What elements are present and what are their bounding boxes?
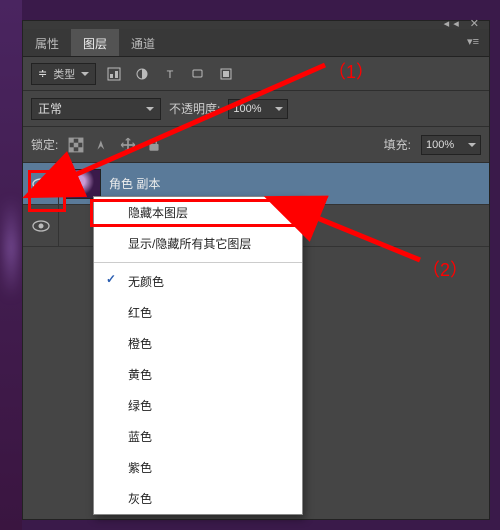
menu-toggle-others[interactable]: 显示/隐藏所有其它图层 bbox=[94, 228, 302, 259]
annotation-marker-1: （1） bbox=[328, 58, 374, 84]
chevron-down-icon bbox=[468, 143, 476, 147]
menu-color-gray[interactable]: 灰色 bbox=[94, 483, 302, 514]
menu-color-orange[interactable]: 橙色 bbox=[94, 328, 302, 359]
annotation-arrow-2 bbox=[300, 205, 430, 265]
eye-icon bbox=[32, 178, 50, 190]
panel-titlebar: ◂◂ ✕ bbox=[23, 21, 489, 29]
panel-collapse-icon[interactable]: ◂◂ ✕ bbox=[444, 17, 483, 30]
fill-label: 填充: bbox=[384, 136, 411, 153]
panel-menu-icon[interactable]: ▾≡ bbox=[457, 29, 489, 56]
fill-value: 100% bbox=[426, 139, 454, 151]
menu-color-green[interactable]: 绿色 bbox=[94, 390, 302, 421]
visibility-context-menu: 隐藏本图层 显示/隐藏所有其它图层 无颜色 红色 橙色 黄色 绿色 蓝色 紫色 … bbox=[93, 196, 303, 515]
menu-color-none[interactable]: 无颜色 bbox=[94, 266, 302, 297]
fill-input[interactable]: 100% bbox=[421, 135, 481, 155]
annotation-arrow-1 bbox=[50, 50, 330, 180]
menu-color-red[interactable]: 红色 bbox=[94, 297, 302, 328]
visibility-toggle[interactable] bbox=[23, 205, 59, 246]
menu-color-purple[interactable]: 紫色 bbox=[94, 452, 302, 483]
menu-color-yellow[interactable]: 黄色 bbox=[94, 359, 302, 390]
eye-icon bbox=[32, 220, 50, 232]
app-background-strip bbox=[0, 0, 22, 530]
menu-separator bbox=[94, 262, 302, 263]
menu-hide-this-layer[interactable]: 隐藏本图层 bbox=[94, 197, 302, 228]
annotation-marker-2: （2） bbox=[422, 256, 468, 282]
menu-color-blue[interactable]: 蓝色 bbox=[94, 421, 302, 452]
filter-kind-caret: ≑ bbox=[38, 67, 47, 80]
